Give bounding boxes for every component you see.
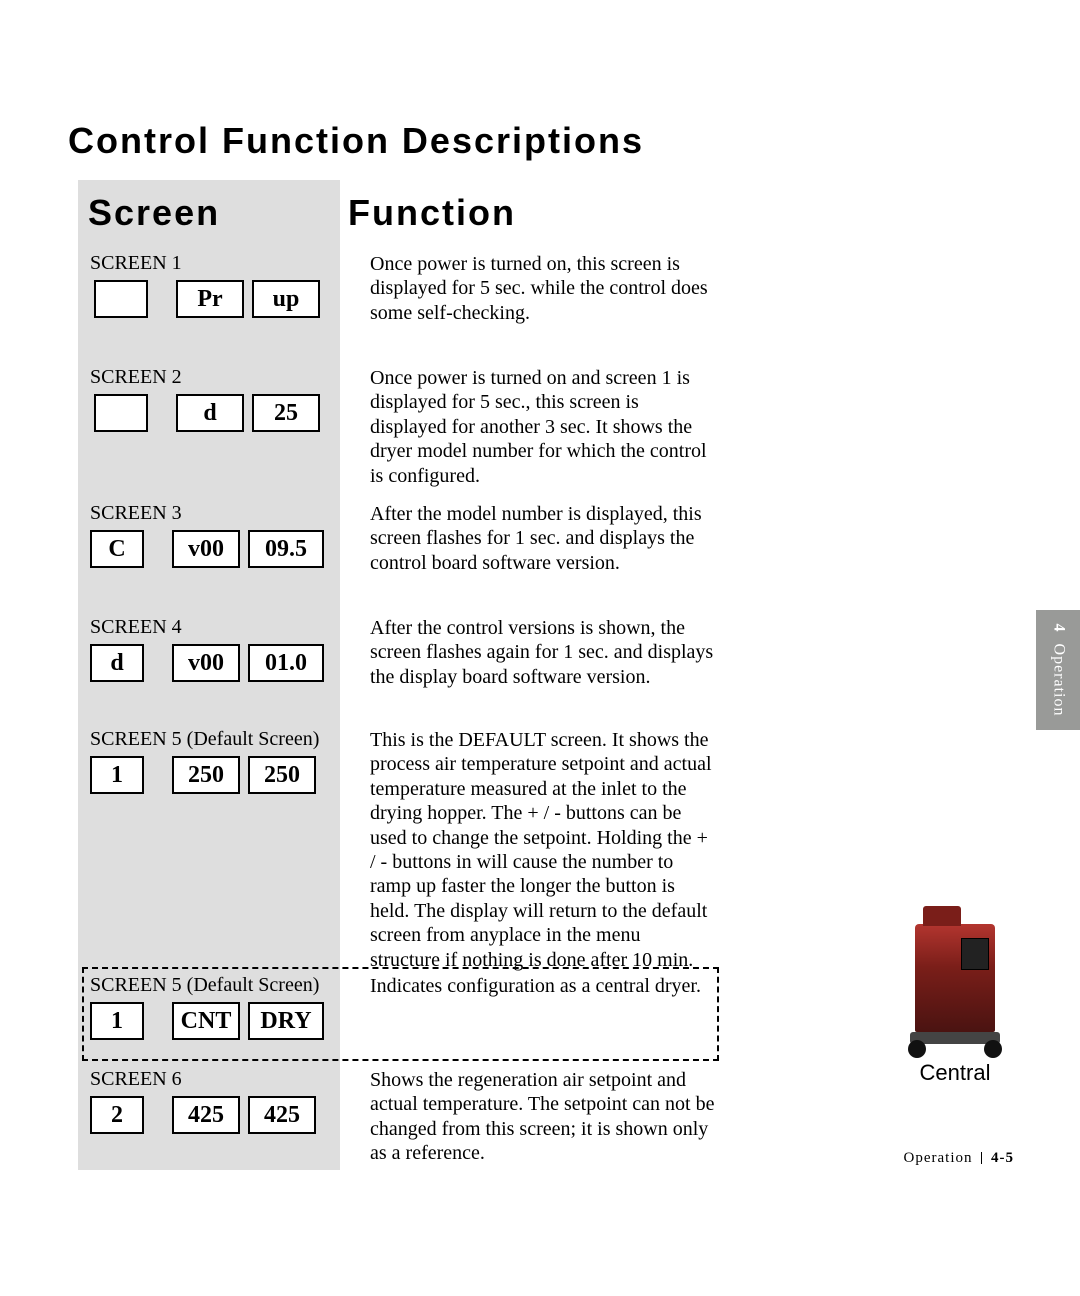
chapter-number: 4 (1050, 624, 1067, 633)
function-text: After the control versions is shown, the… (370, 616, 715, 689)
chapter-label: Operation (1050, 644, 1067, 717)
function-text: Once power is turned on and screen 1 is … (370, 366, 715, 488)
screen-block: SCREEN 3 C v00 09.5 (90, 502, 324, 568)
screen-block: SCREEN 1 Pr up (90, 252, 320, 318)
central-dryer-icon: Central (900, 924, 1010, 1086)
display-cell: DRY (248, 1002, 324, 1040)
display-cell: v00 (172, 644, 240, 682)
page-footer: Operation 4-5 (904, 1150, 1014, 1167)
display-row: 1 CNT DRY (90, 1002, 324, 1040)
display-cell: Pr (176, 280, 244, 318)
page-title: Control Function Descriptions (68, 122, 644, 160)
display-cell: 250 (172, 756, 240, 794)
display-cell: up (252, 280, 320, 318)
screen-label: SCREEN 2 (90, 366, 320, 388)
display-cell: 425 (172, 1096, 240, 1134)
footer-section: Operation (904, 1150, 973, 1166)
display-cell: 1 (90, 1002, 144, 1040)
display-cell: 1 (90, 756, 144, 794)
screen-label: SCREEN 5 (Default Screen) (90, 974, 324, 996)
function-text: Shows the regeneration air setpoint and … (370, 1068, 715, 1166)
display-row: 1 250 250 (90, 756, 319, 794)
function-text: Once power is turned on, this screen is … (370, 252, 715, 325)
display-row: d v00 01.0 (90, 644, 324, 682)
display-cell: CNT (172, 1002, 240, 1040)
function-text: Indicates configuration as a central dry… (370, 974, 715, 998)
screen-label: SCREEN 3 (90, 502, 324, 524)
screen-label: SCREEN 4 (90, 616, 324, 638)
display-row: 2 425 425 (90, 1096, 316, 1134)
screen-block: SCREEN 6 2 425 425 (90, 1068, 316, 1134)
display-cell: v00 (172, 530, 240, 568)
screen-label: SCREEN 5 (Default Screen) (90, 728, 319, 750)
column-header-function: Function (348, 192, 516, 234)
display-cell: 09.5 (248, 530, 324, 568)
display-row: Pr up (94, 280, 320, 318)
display-cell: 425 (248, 1096, 316, 1134)
screen-block: SCREEN 4 d v00 01.0 (90, 616, 324, 682)
display-cell: 250 (248, 756, 316, 794)
central-caption: Central (900, 1060, 1010, 1086)
screen-block: SCREEN 5 (Default Screen) 1 250 250 (90, 728, 319, 794)
footer-page: 4-5 (991, 1150, 1014, 1166)
display-row: d 25 (94, 394, 320, 432)
display-cell: 01.0 (248, 644, 324, 682)
screen-label: SCREEN 1 (90, 252, 320, 274)
display-cell (94, 280, 148, 318)
display-cell: 2 (90, 1096, 144, 1134)
chapter-side-tab: 4 Operation (1036, 610, 1080, 730)
column-header-screen: Screen (88, 192, 220, 234)
screen-label: SCREEN 6 (90, 1068, 316, 1090)
screen-block: SCREEN 5 (Default Screen) 1 CNT DRY (90, 974, 324, 1040)
display-cell: C (90, 530, 144, 568)
display-cell: d (176, 394, 244, 432)
display-cell (94, 394, 148, 432)
screen-block: SCREEN 2 d 25 (90, 366, 320, 432)
function-text: After the model number is displayed, thi… (370, 502, 715, 575)
function-text: This is the DEFAULT screen. It shows the… (370, 728, 715, 972)
display-row: C v00 09.5 (90, 530, 324, 568)
display-cell: d (90, 644, 144, 682)
display-cell: 25 (252, 394, 320, 432)
